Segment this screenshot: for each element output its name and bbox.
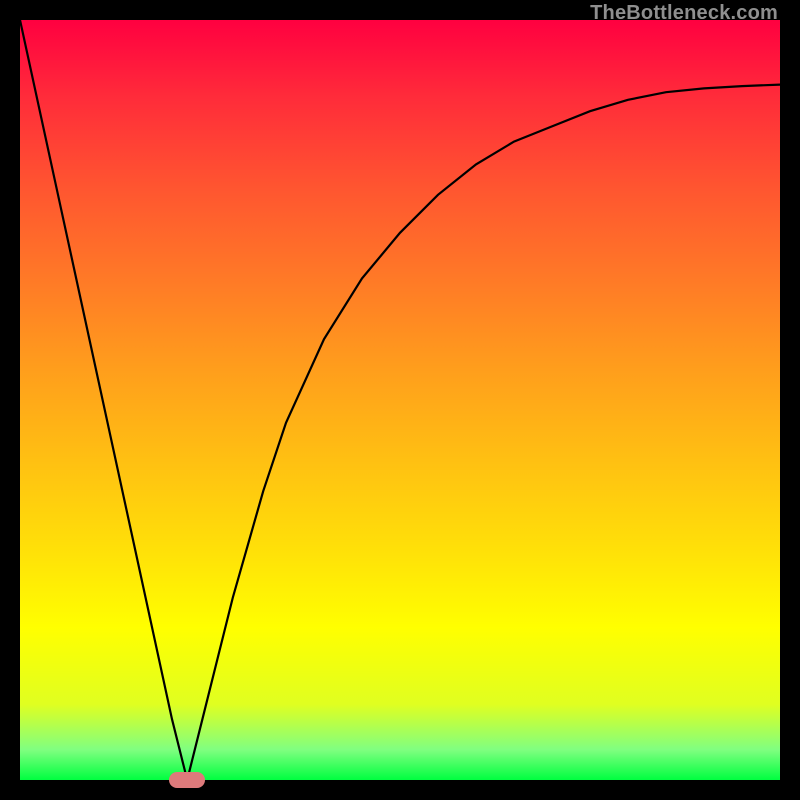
chart-plot-area — [20, 20, 780, 780]
watermark-text: TheBottleneck.com — [590, 2, 778, 25]
optimal-marker — [169, 772, 205, 788]
bottleneck-curve-path — [20, 20, 780, 780]
bottleneck-curve-svg — [20, 20, 780, 780]
